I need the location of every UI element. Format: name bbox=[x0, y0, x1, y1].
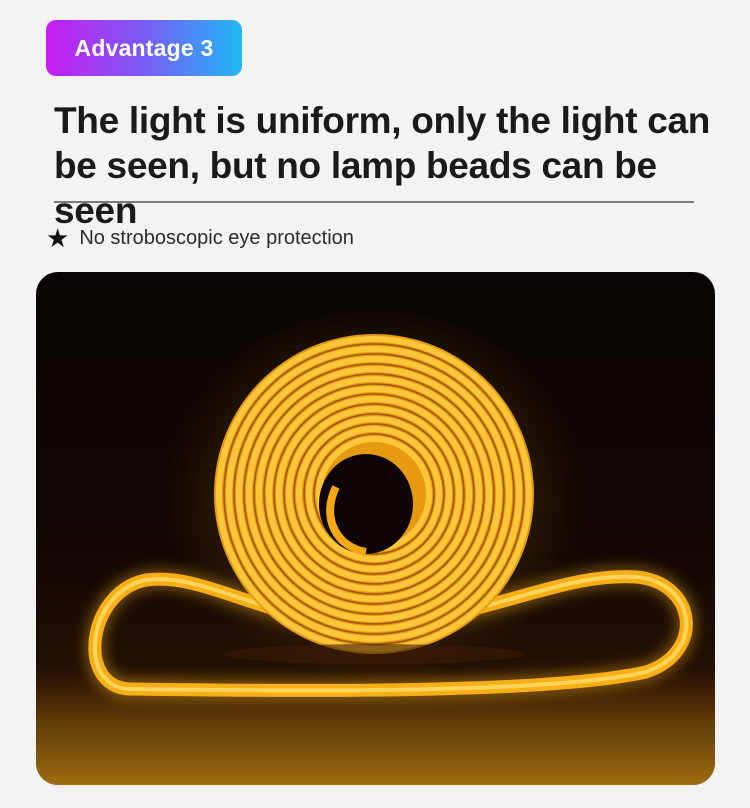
headline-line-2: be seen, but no lamp beads can be seen bbox=[54, 145, 657, 231]
star-icon: ★ bbox=[46, 223, 70, 253]
product-photo bbox=[36, 272, 715, 785]
feature-item: ★ No stroboscopic eye protection bbox=[46, 224, 354, 252]
advantage-badge: Advantage 3 bbox=[46, 20, 242, 76]
divider bbox=[54, 201, 694, 203]
feature-text: No stroboscopic eye protection bbox=[79, 226, 354, 249]
led-strip-illustration bbox=[36, 302, 715, 785]
headline-line-1: The light is uniform, only the light can bbox=[54, 100, 711, 141]
headline: The light is uniform, only the light can… bbox=[54, 98, 734, 233]
